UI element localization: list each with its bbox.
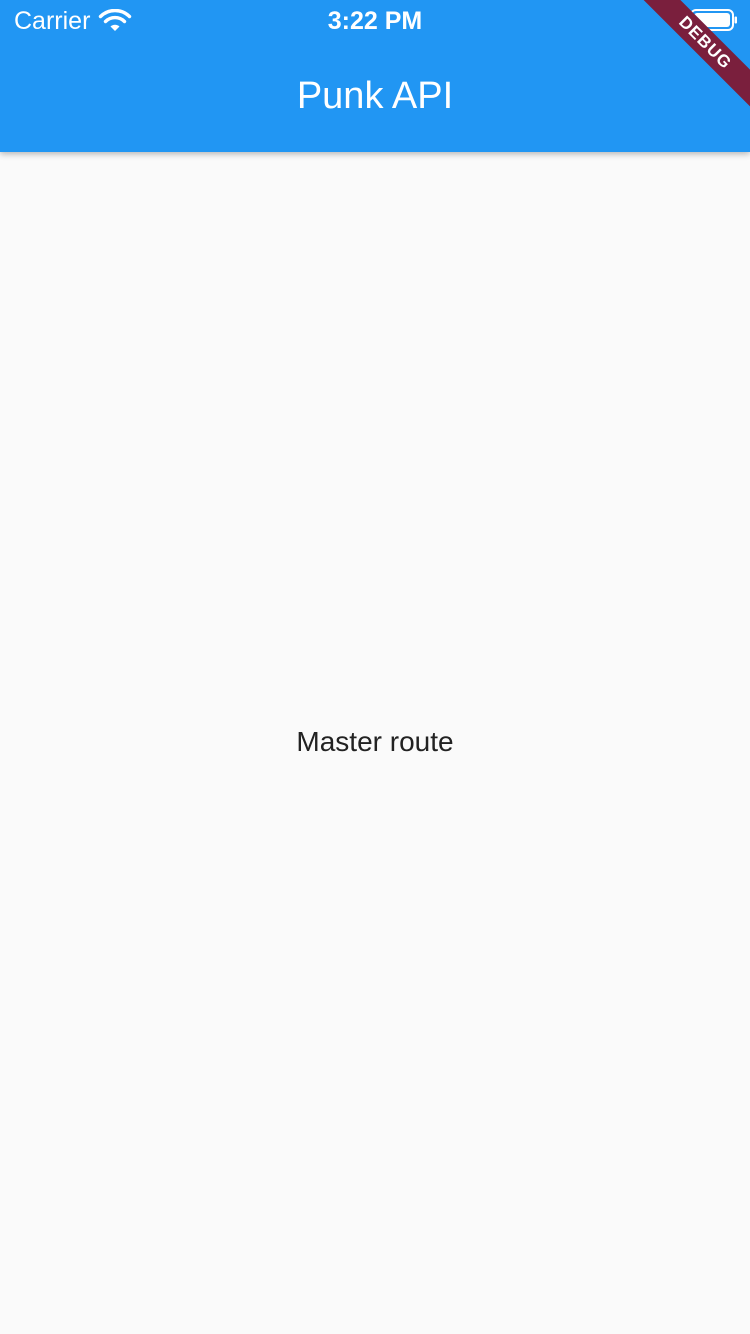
app-bar: Carrier 3:22 PM Punk API xyxy=(0,0,750,152)
page-title: Punk API xyxy=(296,75,454,117)
app-screen: Carrier 3:22 PM Punk API Master route DE… xyxy=(0,0,750,1334)
battery-icon xyxy=(690,8,738,32)
status-time: 3:22 PM xyxy=(327,7,423,35)
status-bar: Carrier 3:22 PM xyxy=(0,0,750,40)
master-route-label: Master route xyxy=(296,726,454,757)
